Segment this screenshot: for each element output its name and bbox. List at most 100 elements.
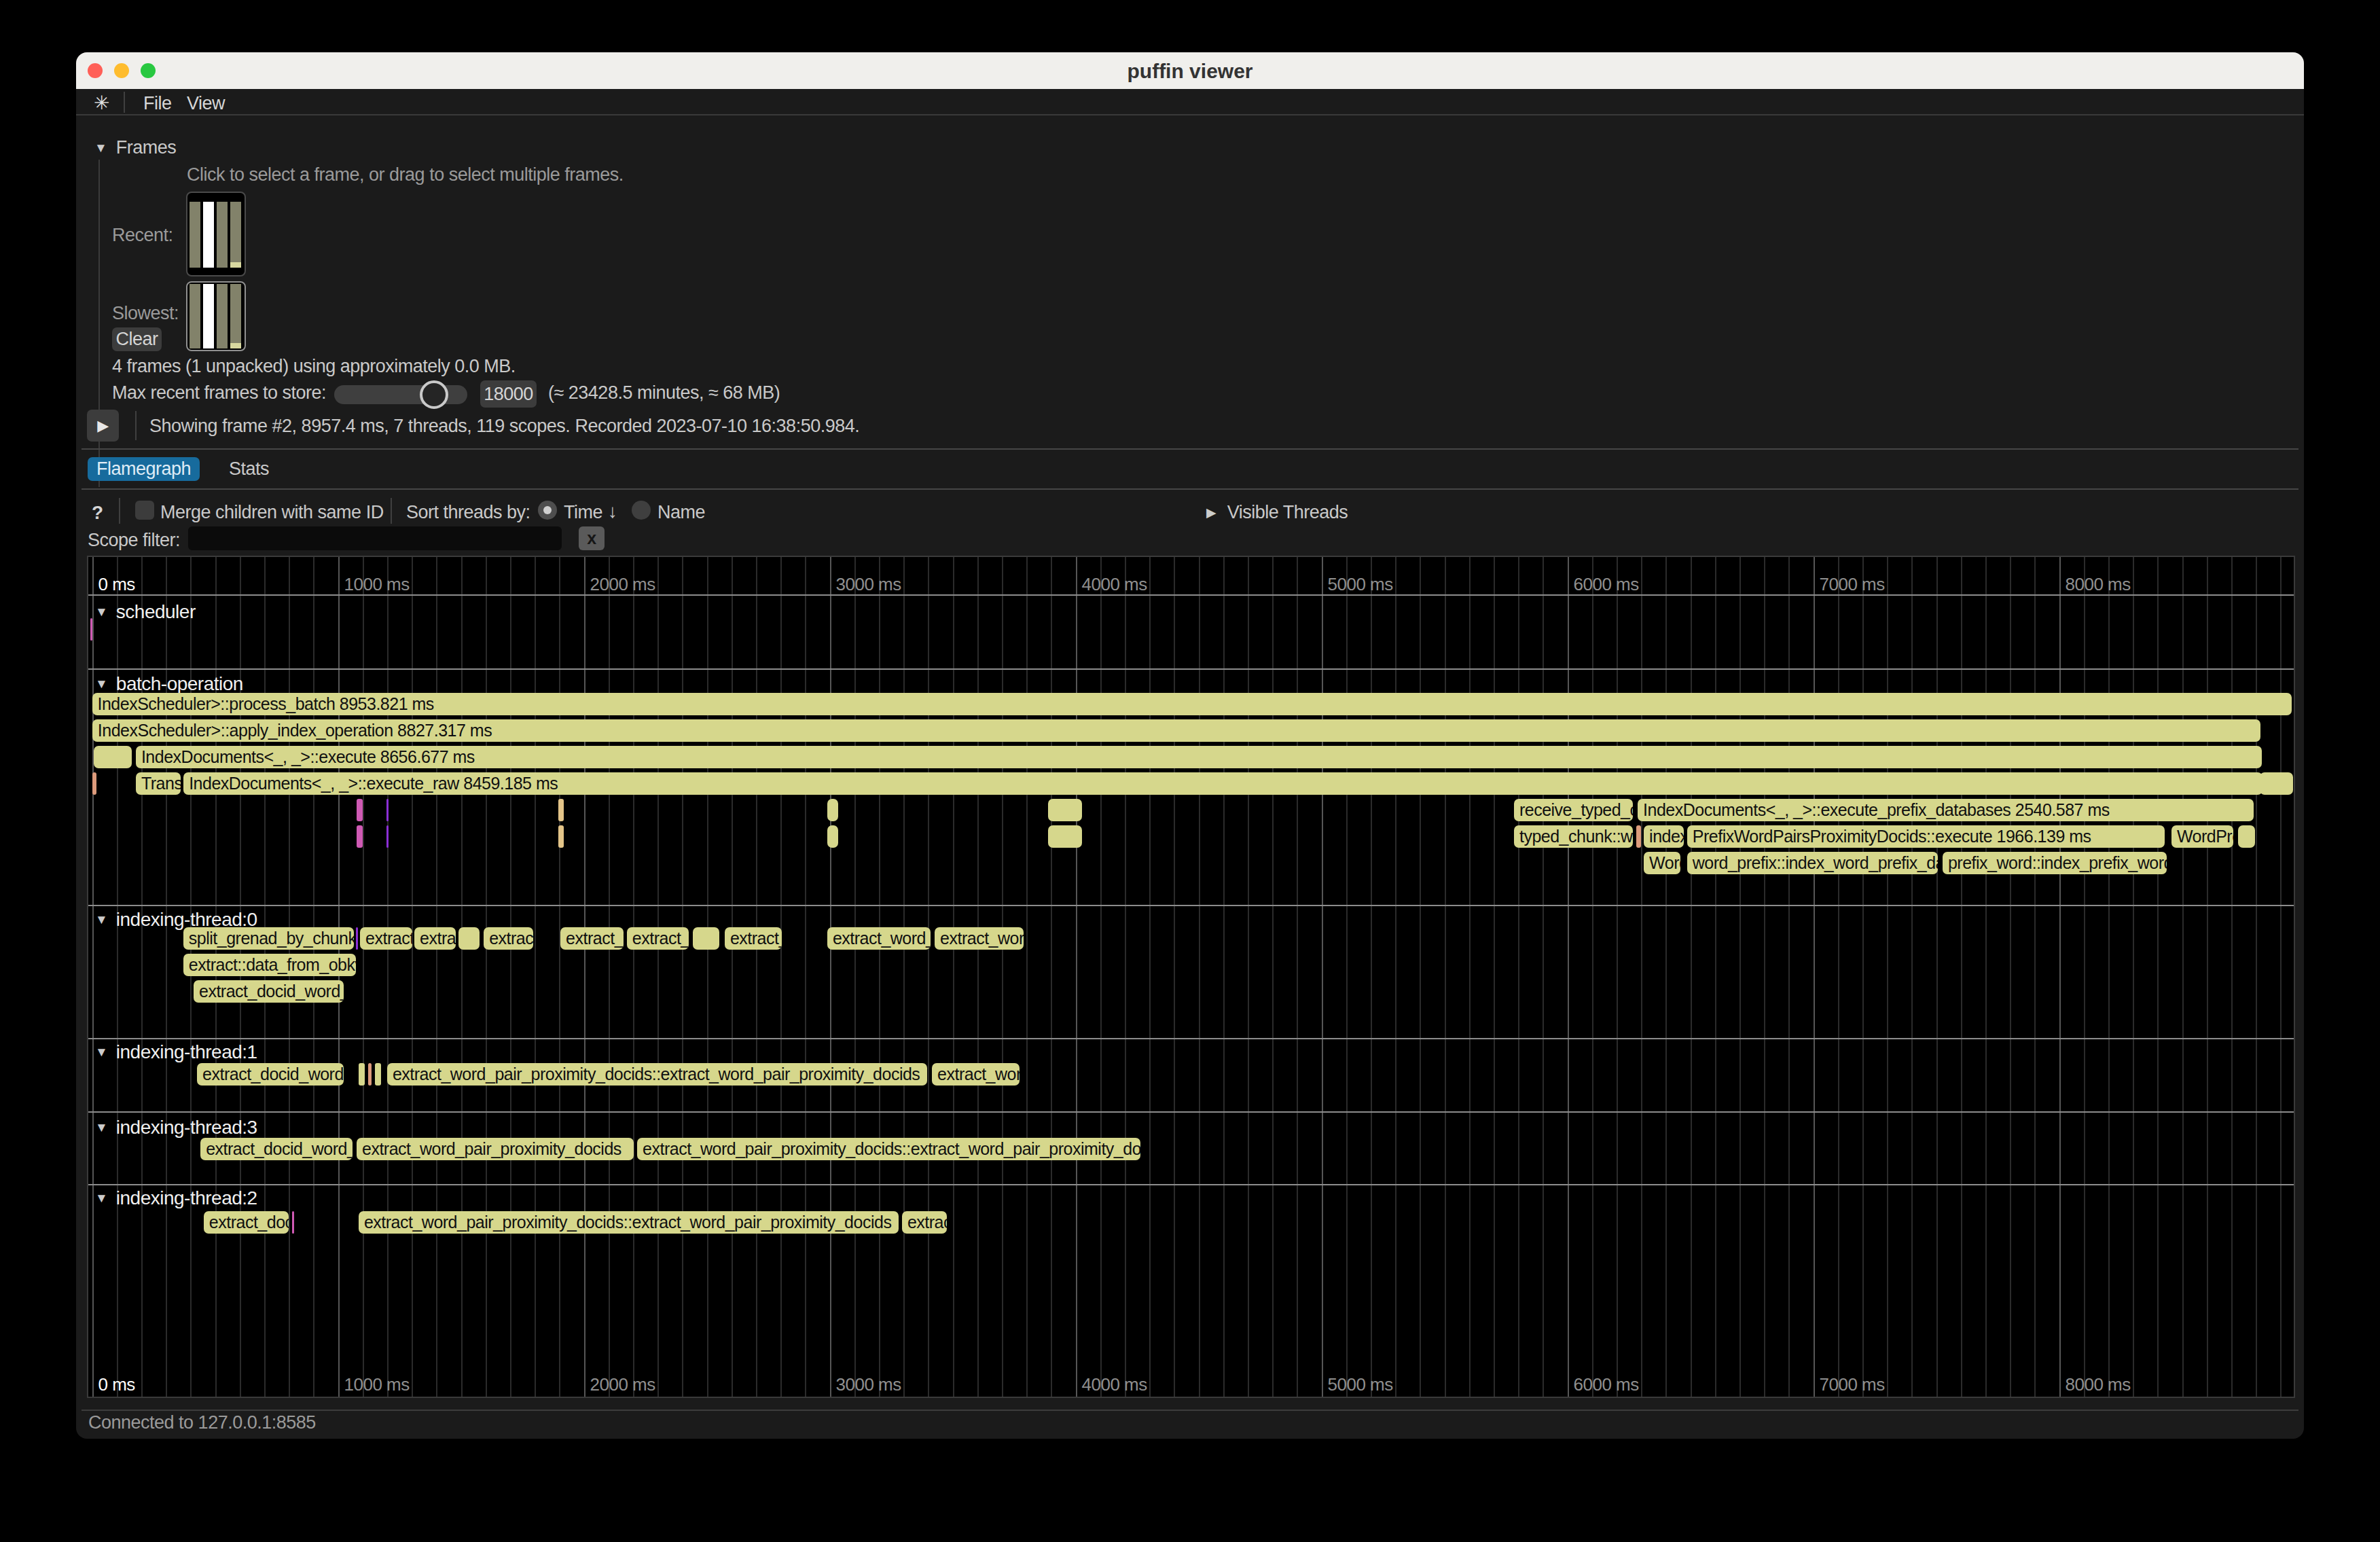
scope-bar[interactable]: extract_fid_word_count_docids	[414, 927, 456, 950]
scope-bar[interactable]	[357, 825, 363, 848]
scope-bar[interactable]	[368, 1063, 372, 1086]
scope-bar[interactable]	[92, 772, 96, 795]
scope-bar[interactable]: extract_word_pair_proximity_docids	[827, 927, 931, 950]
scope-bar[interactable]: extract_docid_word_positions	[197, 1063, 344, 1086]
frame-bar[interactable]	[203, 202, 214, 268]
scope-bar[interactable]: index_prefix_word_database	[1644, 825, 1684, 848]
scope-bar[interactable]	[458, 927, 480, 950]
thread-header-indexing-thread:1[interactable]: ▼indexing-thread:1	[95, 1042, 257, 1062]
gridline	[2059, 557, 2061, 1397]
scope-bar[interactable]	[1048, 799, 1082, 821]
gridline	[1297, 557, 1298, 1397]
gridline	[928, 557, 929, 1397]
menu-file[interactable]: File	[143, 93, 172, 114]
menu-view[interactable]: View	[187, 93, 225, 114]
scope-bar[interactable]: IndexDocuments<_, _>::execute_prefix_dat…	[1638, 799, 2254, 821]
scope-bar[interactable]	[356, 927, 358, 950]
flamegraph-canvas[interactable]: 0 ms0 ms1000 ms1000 ms2000 ms2000 ms3000…	[87, 556, 2295, 1398]
visible-threads-header[interactable]: ▶ Visible Threads	[1206, 502, 1348, 523]
frame-bar[interactable]	[217, 284, 228, 348]
frame-bar[interactable]	[190, 202, 200, 268]
app-menu-icon[interactable]: ✳	[94, 92, 109, 114]
scope-bar[interactable]	[827, 799, 838, 821]
sort-time-radio[interactable]	[538, 501, 557, 520]
scope-bar[interactable]: extract::data_from_obkv_documents	[183, 954, 356, 976]
gridline	[1100, 557, 1102, 1397]
gridline	[535, 557, 536, 1397]
play-button[interactable]: ▶	[87, 410, 119, 442]
scope-bar[interactable]	[386, 799, 389, 821]
frame-bar[interactable]	[230, 202, 241, 268]
scope-bar[interactable]: extract_word_docids	[902, 1211, 947, 1234]
scope-bar[interactable]	[375, 1063, 381, 1086]
scope-bar[interactable]	[693, 927, 719, 950]
recent-frames-thumbnail[interactable]	[186, 192, 246, 276]
tab-stats[interactable]: Stats	[220, 457, 278, 481]
scope-bar[interactable]: IndexDocuments<_, _>::execute_raw 8459.1…	[183, 772, 2262, 795]
thread-header-indexing-thread:3[interactable]: ▼indexing-thread:3	[95, 1117, 257, 1138]
frame-bar[interactable]	[190, 284, 200, 348]
scope-bar[interactable]: WordPrefixDocids::execute	[1644, 852, 1680, 874]
scope-bar[interactable]	[292, 1211, 294, 1234]
gridline	[657, 557, 659, 1397]
frame-bar[interactable]	[230, 284, 241, 348]
frame-bar[interactable]	[217, 202, 228, 268]
time-axis-label: 5000 ms	[1328, 1374, 1393, 1395]
scope-bar[interactable]: IndexScheduler>::process_batch 8953.821 …	[92, 693, 2292, 715]
scope-bar[interactable]: extract_docid_word_positions	[194, 980, 344, 1003]
scope-bar[interactable]	[386, 825, 389, 848]
max-frames-label: Max recent frames to store:	[112, 382, 326, 404]
scope-bar[interactable]	[2238, 825, 2255, 848]
scope-bar[interactable]	[558, 825, 564, 848]
scope-filter-clear-button[interactable]: x	[579, 526, 605, 550]
scope-bar[interactable]	[1048, 825, 1082, 848]
scope-bar[interactable]: word_prefix::index_word_prefix_database	[1687, 852, 1938, 874]
scope-bar[interactable]	[558, 799, 564, 821]
scope-bar[interactable]: extract_word_positions	[932, 1063, 1020, 1086]
scope-bar[interactable]: WordPrefixDocids::execute	[2171, 825, 2233, 848]
thread-header-scheduler[interactable]: ▼scheduler	[95, 602, 196, 622]
max-frames-value[interactable]: 18000	[480, 380, 537, 408]
scope-bar[interactable]: extract_facet_string_docids	[725, 927, 782, 950]
help-button[interactable]: ?	[92, 502, 103, 524]
scope-bar[interactable]: extract_word_pair_proximity_docids::extr…	[637, 1138, 1140, 1160]
scope-bar[interactable]: IndexDocuments<_, _>::execute 8656.677 m…	[136, 746, 2262, 768]
time-axis-label: 4000 ms	[1082, 574, 1147, 595]
scope-bar[interactable]: extract_word_pair_proximity_docids	[357, 1138, 634, 1160]
thread-header-batch-operation[interactable]: ▼batch-operation	[95, 674, 243, 694]
scope-bar[interactable]: extract_word_pair_proximity_docids::extr…	[387, 1063, 927, 1086]
scope-bar[interactable]: extract_facet_number_docids	[627, 927, 689, 950]
scope-bar[interactable]: extract_word_docids	[484, 927, 533, 950]
scope-bar[interactable]	[90, 618, 92, 641]
scope-bar[interactable]: extract_docid_word_positions	[360, 927, 412, 950]
scope-bar[interactable]: extract_docid_word_positions	[200, 1138, 353, 1160]
frames-section-header[interactable]: ▼ Frames	[94, 137, 176, 158]
scope-bar[interactable]	[827, 825, 838, 848]
scope-bar[interactable]	[1636, 825, 1641, 848]
scope-bar[interactable]: split_grenad_by_chunks	[183, 927, 354, 950]
max-frames-slider-handle[interactable]	[420, 380, 448, 409]
scope-filter-input[interactable]	[188, 526, 562, 550]
sort-name-radio[interactable]	[632, 501, 651, 520]
scope-bar[interactable]: typed_chunk::write_typed_chunk_into_inde…	[1514, 825, 1633, 848]
slowest-frames-thumbnail[interactable]	[186, 281, 246, 351]
scope-bar[interactable]: extract_word_pair_proximity_docids	[935, 927, 1024, 950]
scope-bar[interactable]: Trans	[136, 772, 181, 795]
scope-bar[interactable]: receive_typed_chunk	[1514, 799, 1633, 821]
scope-bar[interactable]	[357, 799, 363, 821]
scope-bar[interactable]: PrefixWordPairsProximityDocids::execute …	[1687, 825, 2165, 848]
scope-bar[interactable]: extract_word_pair_proximity_docids::extr…	[359, 1211, 899, 1234]
scope-bar[interactable]: prefix_word::index_prefix_word_database	[1943, 852, 2167, 874]
scope-bar[interactable]	[359, 1063, 365, 1086]
thread-header-indexing-thread:2[interactable]: ▼indexing-thread:2	[95, 1188, 257, 1208]
scope-bar[interactable]: extract_word_position_docids	[560, 927, 624, 950]
scope-bar[interactable]	[2260, 772, 2293, 795]
frame-bar[interactable]	[203, 284, 214, 348]
merge-children-checkbox[interactable]	[135, 501, 154, 520]
tab-flamegraph[interactable]: Flamegraph	[88, 457, 200, 481]
clear-button[interactable]: Clear	[112, 327, 162, 351]
scope-bar[interactable]	[94, 746, 132, 768]
scope-bar[interactable]: extract_docid_word_positions	[204, 1211, 289, 1234]
sort-direction-icon[interactable]: ↓	[608, 501, 617, 522]
scope-bar[interactable]: IndexScheduler>::apply_index_operation 8…	[92, 719, 2260, 742]
